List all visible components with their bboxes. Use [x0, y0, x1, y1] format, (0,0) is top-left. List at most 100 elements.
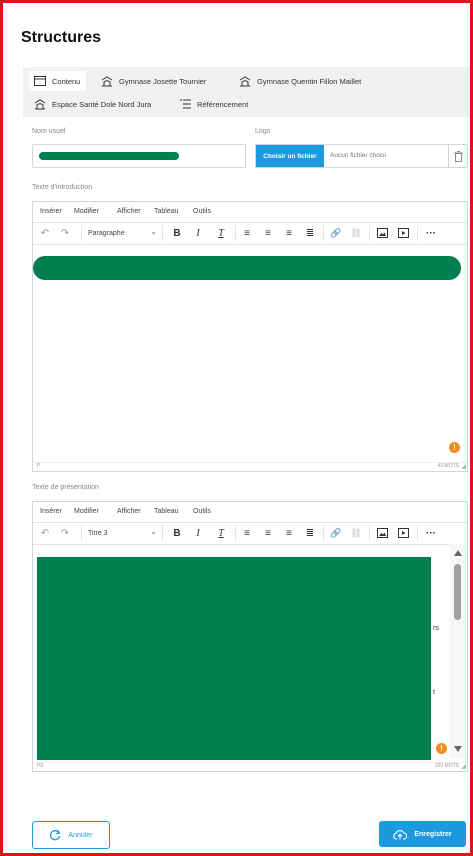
- refresh-icon: [50, 829, 62, 841]
- align-justify-icon[interactable]: ≣: [303, 225, 317, 241]
- warning-icon[interactable]: !: [436, 743, 447, 754]
- italic-icon[interactable]: I: [191, 525, 205, 541]
- unlink-icon[interactable]: ⛓: [349, 525, 363, 541]
- link-icon[interactable]: 🔗: [329, 525, 343, 541]
- chevron-down-icon: ⌄: [150, 527, 157, 536]
- presentation-text-content[interactable]: rs t: [33, 545, 449, 761]
- link-icon[interactable]: 🔗: [329, 225, 343, 241]
- toolbar-separator: [323, 525, 324, 541]
- file-status: Aucun fichier choisi: [330, 152, 386, 159]
- text-fragment: ...: [425, 273, 431, 280]
- image-icon[interactable]: [375, 525, 389, 541]
- tab-contenu[interactable]: Contenu: [29, 71, 87, 91]
- tab-gymnase-quentin-fillon-maillet[interactable]: Gymnase Quentin Fillon Maillet: [239, 71, 361, 91]
- list-icon: [180, 99, 191, 109]
- block-format-value: Paragraphe: [88, 229, 125, 237]
- editor-menubar: Insérer Modifier Afficher Tableau Outils: [33, 202, 467, 223]
- building-icon: [239, 75, 251, 86]
- more-icon[interactable]: ···: [423, 225, 439, 241]
- element-path: P: [37, 463, 41, 469]
- logo-label: Logo: [255, 128, 271, 135]
- menu-tableau[interactable]: Tableau: [154, 208, 179, 215]
- delete-file-button[interactable]: [448, 145, 467, 167]
- align-center-icon[interactable]: ≡: [261, 225, 275, 241]
- block-format-select[interactable]: Titre 3 ⌄: [81, 525, 163, 541]
- redo-icon[interactable]: ↷: [58, 225, 72, 241]
- menu-tableau[interactable]: Tableau: [154, 508, 179, 515]
- scroll-thumb[interactable]: [454, 564, 461, 620]
- menu-afficher[interactable]: Afficher: [117, 508, 141, 515]
- unlink-icon[interactable]: ⛓: [349, 225, 363, 241]
- tab-referencement[interactable]: Référencement: [180, 94, 248, 114]
- more-icon[interactable]: ···: [423, 525, 439, 541]
- menu-outils[interactable]: Outils: [193, 208, 211, 215]
- toolbar-separator: [417, 225, 418, 241]
- undo-icon[interactable]: ↶: [38, 525, 52, 541]
- menu-modifier[interactable]: Modifier: [74, 508, 99, 515]
- scroll-down-icon[interactable]: [454, 746, 462, 752]
- editor-menubar: Insérer Modifier Afficher Tableau Outils: [33, 502, 467, 523]
- image-icon[interactable]: [375, 225, 389, 241]
- choose-file-button[interactable]: Choisir un fichier: [256, 145, 324, 167]
- resize-handle-icon[interactable]: ◢: [461, 763, 466, 770]
- word-count: 43 MOTS: [437, 463, 459, 469]
- tab-label: Gymnase Josette Tournier: [119, 76, 207, 86]
- redaction-bar: [39, 152, 179, 160]
- nom-usuel-input[interactable]: [32, 144, 246, 168]
- align-center-icon[interactable]: ≡: [261, 525, 275, 541]
- toolbar-separator: [235, 525, 236, 541]
- intro-text-content[interactable]: ...: [33, 245, 467, 461]
- italic-icon[interactable]: I: [191, 225, 205, 241]
- block-format-select[interactable]: Paragraphe ⌄: [81, 225, 163, 241]
- menu-inserer[interactable]: Insérer: [40, 508, 62, 515]
- align-right-icon[interactable]: ≡: [282, 525, 296, 541]
- clear-format-icon[interactable]: T: [214, 525, 228, 541]
- tab-label: Contenu: [52, 76, 81, 86]
- toolbar-separator: [323, 225, 324, 241]
- redaction-bar: [33, 256, 461, 280]
- bold-icon[interactable]: B: [170, 525, 184, 541]
- menu-inserer[interactable]: Insérer: [40, 208, 62, 215]
- intro-text-editor: Insérer Modifier Afficher Tableau Outils…: [32, 201, 468, 472]
- redo-icon[interactable]: ↷: [58, 525, 72, 541]
- block-format-value: Titre 3: [88, 529, 108, 537]
- align-justify-icon[interactable]: ≣: [303, 525, 317, 541]
- editor-statusbar: H3 203 MOTS ◢: [33, 762, 467, 771]
- menu-modifier[interactable]: Modifier: [74, 208, 99, 215]
- presentation-text-label: Texte de présentation: [32, 484, 99, 491]
- tab-espace-sante-dole-nord-jura[interactable]: Espace Santé Dole Nord Jura: [34, 94, 151, 114]
- menu-afficher[interactable]: Afficher: [117, 208, 141, 215]
- toolbar-separator: [417, 525, 418, 541]
- word-count: 203 MOTS: [434, 763, 459, 769]
- tab-label: Référencement: [197, 99, 249, 109]
- nom-usuel-label: Nom usuel: [32, 128, 66, 135]
- tab-gymnase-josette-tournier[interactable]: Gymnase Josette Tournier: [101, 71, 206, 91]
- logo-file-input: Choisir un fichier Aucun fichier choisi: [255, 144, 468, 168]
- menu-outils[interactable]: Outils: [193, 508, 211, 515]
- screenshot-frame: Structures Contenu Gymnase Josette Tourn…: [0, 0, 473, 856]
- save-button[interactable]: Enregistrer: [379, 821, 466, 847]
- resize-handle-icon[interactable]: ◢: [461, 463, 466, 470]
- cancel-button[interactable]: Annuler: [32, 821, 110, 849]
- toolbar-separator: [235, 225, 236, 241]
- editor-scrollbar[interactable]: [450, 544, 466, 758]
- intro-text-label: Texte d'introduction: [32, 184, 93, 191]
- cloud-upload-icon: [393, 829, 408, 840]
- scroll-up-icon[interactable]: [454, 550, 462, 556]
- clear-format-icon[interactable]: T: [214, 225, 228, 241]
- save-label: Enregistrer: [414, 830, 452, 838]
- align-left-icon[interactable]: ≡: [240, 525, 254, 541]
- bold-icon[interactable]: B: [170, 225, 184, 241]
- tab-label: Espace Santé Dole Nord Jura: [52, 99, 152, 109]
- text-fragment: t: [433, 689, 435, 696]
- undo-icon[interactable]: ↶: [38, 225, 52, 241]
- align-right-icon[interactable]: ≡: [282, 225, 296, 241]
- toolbar-separator: [369, 225, 370, 241]
- text-fragment: rs: [433, 625, 439, 632]
- warning-icon[interactable]: !: [449, 442, 460, 453]
- building-icon: [34, 98, 46, 109]
- editor-toolbar: ↶ ↷ Paragraphe ⌄ B I T ≡ ≡ ≡ ≣ 🔗 ⛓ ···: [33, 222, 467, 245]
- media-icon[interactable]: [396, 525, 410, 541]
- media-icon[interactable]: [396, 225, 410, 241]
- align-left-icon[interactable]: ≡: [240, 225, 254, 241]
